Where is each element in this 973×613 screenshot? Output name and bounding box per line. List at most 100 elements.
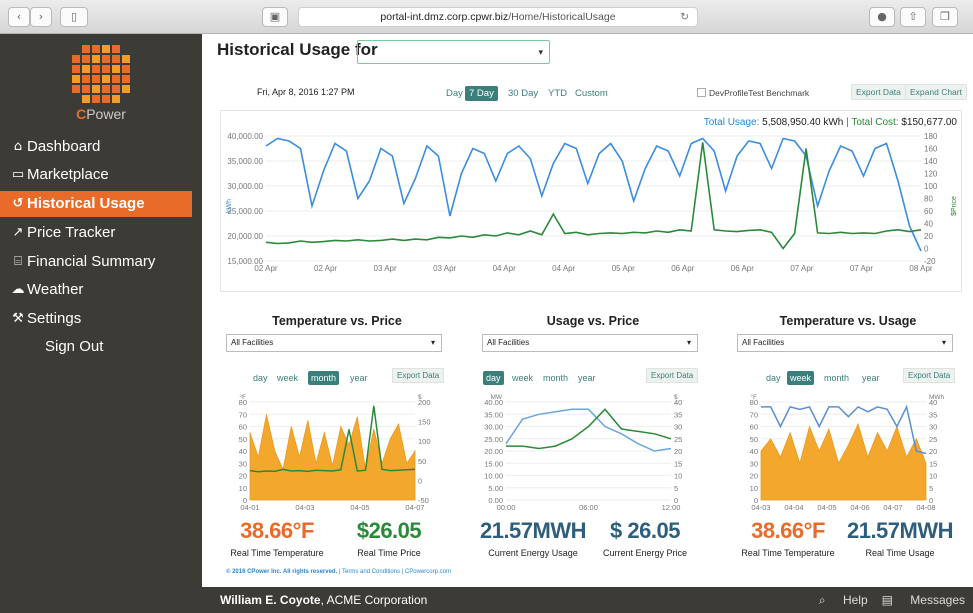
- logo-square: [112, 55, 120, 63]
- share-button[interactable]: ⇧: [900, 7, 926, 27]
- period-year[interactable]: year: [347, 371, 371, 385]
- secondary-value: 21.57MWH: [846, 518, 954, 543]
- secondary-value: $26.05: [356, 518, 422, 543]
- copyright: © 2016 CPower Inc. All rights reserved. …: [226, 569, 451, 575]
- logo-square: [112, 85, 120, 93]
- y-tick-label: 60: [239, 423, 247, 432]
- logo-square: [92, 75, 100, 83]
- secondary-label: Current Energy Price: [602, 548, 688, 558]
- y2-tick-label: 120: [924, 170, 938, 179]
- address-bar[interactable]: portal-int.dmz.corp.cpwr.biz/Home/Histor…: [298, 7, 698, 27]
- facility-filter[interactable]: All Facilities: [226, 334, 442, 352]
- panel-title: Temperature vs. Price: [272, 314, 402, 328]
- period-month[interactable]: month: [821, 371, 852, 385]
- period-day[interactable]: day: [250, 371, 271, 385]
- messages-link[interactable]: ▤ Messages: [882, 593, 965, 607]
- panel-chart: 80706050403020100403530252015105004-03 04…: [750, 393, 945, 512]
- y-tick-label: 20: [239, 472, 247, 481]
- reload-icon[interactable]: ↻: [680, 8, 689, 26]
- period-year[interactable]: year: [859, 371, 883, 385]
- sidebar-item-marketplace[interactable]: ▭ Marketplace: [10, 162, 202, 188]
- y-tick-label: 60: [750, 423, 758, 432]
- logo-square: [122, 55, 130, 63]
- sidebar-item-settings[interactable]: ⚒ Settings: [10, 306, 202, 332]
- x-tick-label: 05 Apr: [612, 264, 635, 273]
- sidebar-icon: ▯: [70, 10, 78, 23]
- period-day[interactable]: day: [483, 371, 504, 385]
- x-tick-label: 07 Apr: [790, 264, 813, 273]
- facility-filter[interactable]: All Facilities: [737, 334, 953, 352]
- logo-square: [72, 75, 80, 83]
- period-month[interactable]: month: [308, 371, 340, 385]
- range-30-day[interactable]: 30 Day: [504, 86, 542, 101]
- cloud-icon: ☁: [11, 282, 25, 297]
- x-tick-label: 06 Apr: [731, 264, 754, 273]
- chart-box-icon: ▭: [11, 167, 25, 182]
- period-month[interactable]: month: [540, 371, 571, 385]
- range-7-day[interactable]: 7 Day: [465, 86, 498, 101]
- y-tick-label: 50: [239, 435, 247, 444]
- export-data-button[interactable]: Export Data: [851, 84, 906, 100]
- forward-button[interactable]: ›: [30, 7, 52, 27]
- url-host: portal-int.dmz.corp.cpwr.biz: [380, 11, 509, 23]
- sidebar-item-historical-usage[interactable]: ↺ Historical Usage: [0, 191, 192, 217]
- y2-tick-label: 80: [924, 195, 933, 204]
- x-tick-label: 06 Apr: [671, 264, 694, 273]
- y-tick-label: 70: [239, 410, 247, 419]
- facility-filter[interactable]: All Facilities: [482, 334, 698, 352]
- sidebar-item-label: Weather: [27, 281, 84, 298]
- period-week[interactable]: week: [787, 371, 815, 385]
- copyright-links[interactable]: | Terms and Conditions | CPowercorp.com: [337, 569, 451, 575]
- download-icon: ●: [877, 10, 887, 23]
- y2-tick-label: 30: [929, 423, 937, 432]
- download-button[interactable]: ●: [869, 7, 895, 27]
- secondary-label: Real Time Price: [357, 548, 421, 558]
- y2-tick-label: 0: [924, 245, 929, 254]
- sidebar-item-financial-summary[interactable]: ⌸ Financial Summary: [10, 249, 202, 275]
- sidebar-item-weather[interactable]: ☁ Weather: [10, 277, 202, 303]
- range-ytd[interactable]: YTD: [544, 86, 571, 101]
- sidebar-item-price-tracker[interactable]: ↗ Price Tracker: [10, 220, 202, 246]
- logo-square: [82, 95, 90, 103]
- usage-price-chart: 40,000.0035,000.0030,000.0025,000.0020,0…: [226, 132, 958, 273]
- y-tick-label: 40: [239, 447, 247, 456]
- logo-square: [92, 95, 100, 103]
- y-tick-label: 50: [750, 435, 758, 444]
- period-year[interactable]: year: [575, 371, 599, 385]
- y-axis-label: MW: [490, 394, 502, 401]
- period-day[interactable]: day: [763, 371, 784, 385]
- help-link[interactable]: ⌕ Help: [819, 593, 868, 607]
- range-custom[interactable]: Custom: [571, 86, 612, 101]
- period-week[interactable]: week: [274, 371, 301, 385]
- x-tick-label: 04-08: [916, 503, 935, 512]
- sidebar: CPower ⌂ Dashboard ▭ Marketplace ↺ Historical…: [0, 34, 202, 613]
- benchmark-checkbox[interactable]: DevProfileTest Benchmark: [697, 88, 809, 98]
- sidebar-item-dashboard[interactable]: ⌂ Dashboard: [10, 134, 202, 160]
- panel-export-button[interactable]: Export Data: [392, 368, 445, 383]
- sidebar-toggle-button[interactable]: ▯: [60, 7, 88, 27]
- period-week[interactable]: week: [509, 371, 536, 385]
- range-day[interactable]: Day: [442, 86, 467, 101]
- sidebar-item-sign-out[interactable]: Sign Out: [10, 334, 202, 360]
- tabs-button[interactable]: ❐: [932, 7, 958, 27]
- lock-button[interactable]: ▣: [262, 7, 288, 27]
- main-content: Historical Usage for · · · Fri, Apr 8, 2…: [202, 34, 973, 587]
- tabs-icon: ❐: [940, 10, 950, 23]
- logo-square: [102, 85, 110, 93]
- panel-export-button[interactable]: Export Data: [903, 368, 956, 383]
- line-chart-icon: ↗: [12, 225, 24, 240]
- chart-panel: Usage vs. Price All Facilities dayweek mont…: [478, 310, 708, 570]
- y-tick-label: 70: [750, 410, 758, 419]
- panel-export-button[interactable]: Export Data: [646, 368, 699, 383]
- expand-chart-button[interactable]: Expand Chart: [905, 84, 967, 100]
- help-label: Help: [842, 593, 868, 607]
- facility-select[interactable]: · · ·: [357, 40, 550, 64]
- secondary-label: Real Time Usage: [865, 548, 935, 558]
- logo-square: [112, 75, 120, 83]
- y2-tick-label: 35: [929, 410, 937, 419]
- back-button[interactable]: ‹: [8, 7, 30, 27]
- y-tick-label: 5.00: [488, 484, 503, 493]
- primary-label: Real Time Temperature: [230, 548, 324, 558]
- usage-chart: Total Usage: 5,508,950.40 kWh | Total Co…: [220, 110, 962, 292]
- logo-square: [102, 95, 110, 103]
